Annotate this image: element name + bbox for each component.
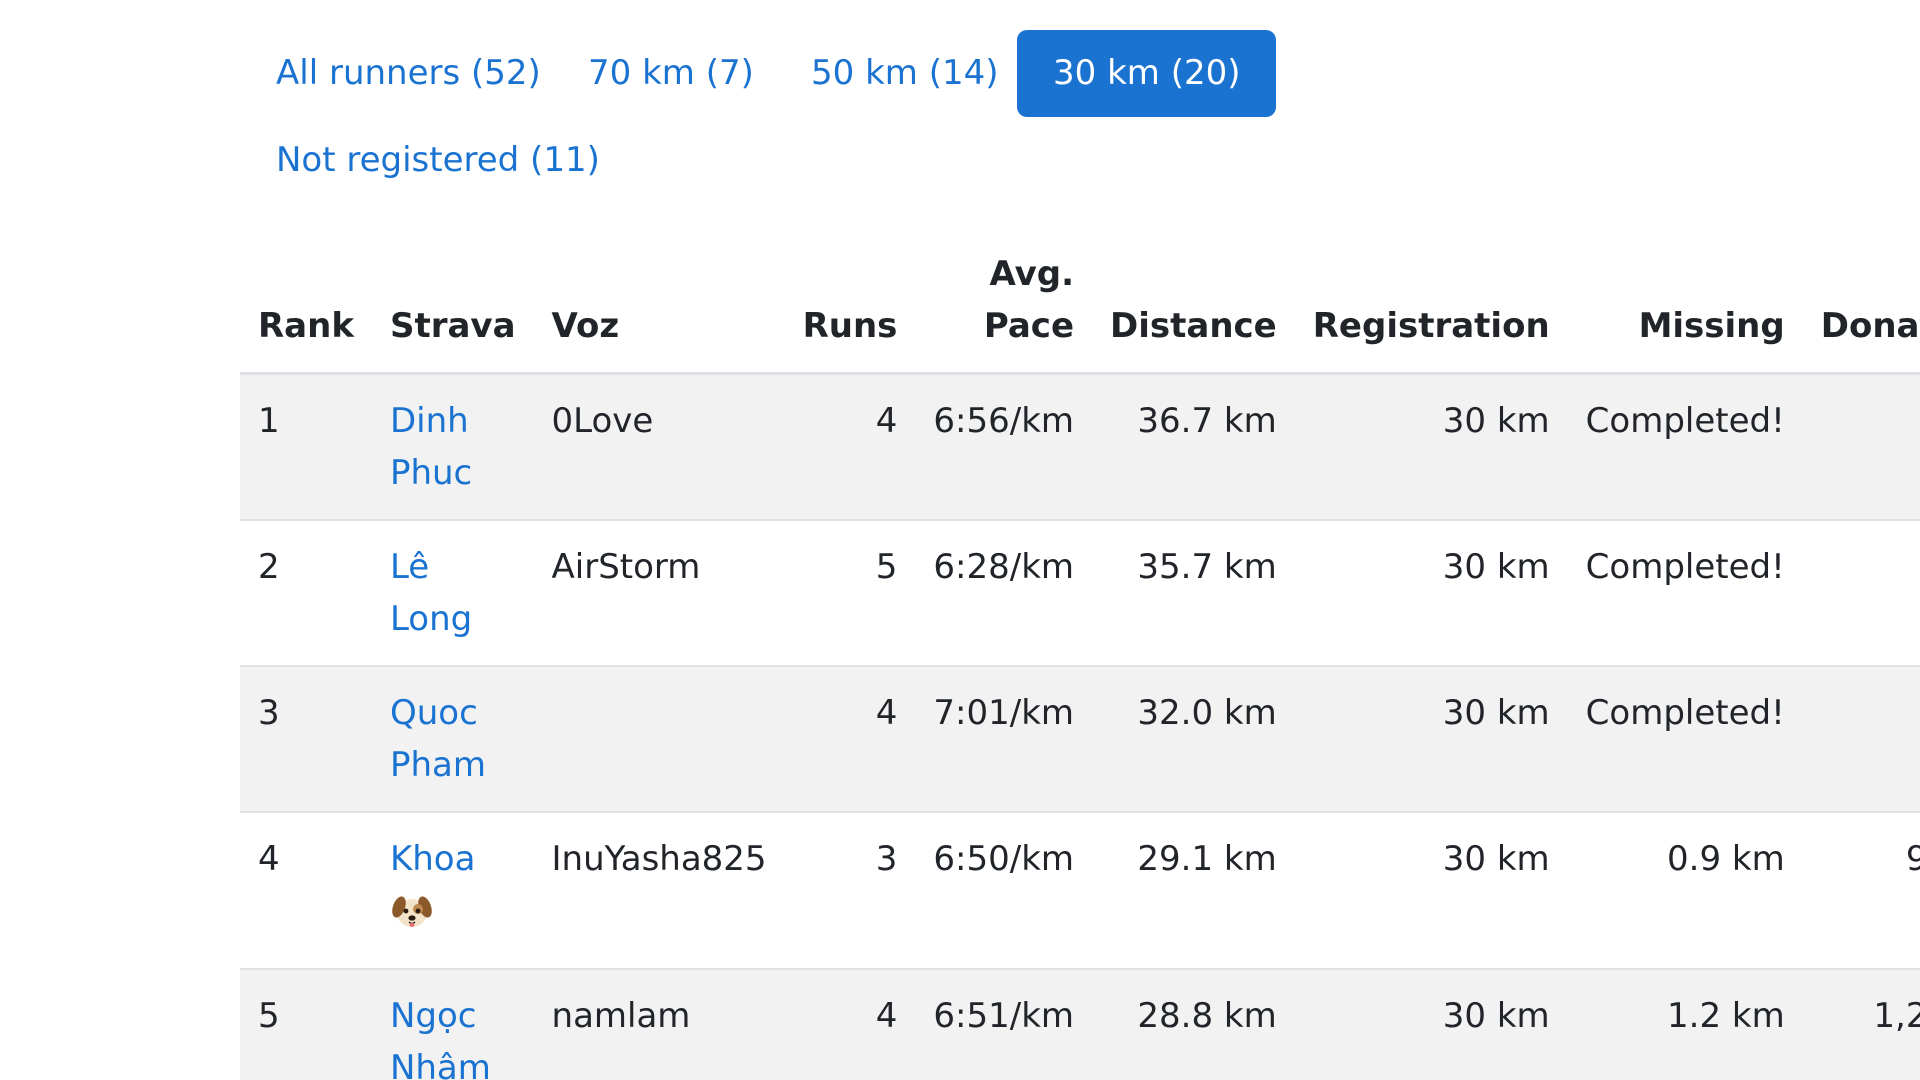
cell-registration: 30 km: [1294, 969, 1568, 1080]
cell-missing: Completed!: [1567, 373, 1803, 521]
cell-registration: 30 km: [1294, 373, 1568, 521]
cell-runs: 5: [784, 520, 916, 667]
cell-voz: InuYasha825: [533, 812, 785, 970]
cell-voz: 0Love: [533, 373, 785, 521]
strava-profile-link[interactable]: Quoc Pham: [390, 687, 516, 791]
cell-distance: 28.8 km: [1092, 969, 1295, 1080]
strava-profile-link[interactable]: Dinh Phuc: [390, 395, 516, 499]
header-avg-pace-line2: Pace: [983, 306, 1075, 346]
cell-runs: 4: [784, 969, 916, 1080]
cell-rank: 1: [240, 373, 372, 521]
header-runs[interactable]: Runs: [784, 248, 916, 375]
table-row: 3 Quoc Pham 4 7:01/km 32.0 km 30 km Comp…: [240, 666, 1920, 813]
strava-name-first: Lê: [389, 547, 430, 587]
tab-not-registered[interactable]: Not registered (11): [258, 117, 618, 204]
header-donation[interactable]: Donatio: [1802, 248, 1920, 375]
cell-strava: Ngọc Nhâm: [371, 969, 534, 1080]
cell-donation: 0: [1802, 373, 1920, 521]
page: All runners (52) 70 km (7) 50 km (14) 30…: [0, 0, 1920, 1080]
strava-profile-link[interactable]: Lê Long: [390, 541, 516, 645]
header-registration[interactable]: Registration: [1294, 248, 1568, 375]
cell-distance: 29.1 km: [1092, 812, 1295, 970]
cell-pace: 6:50/km: [915, 812, 1093, 970]
cell-distance: 32.0 km: [1092, 666, 1295, 813]
cell-rank: 3: [240, 666, 372, 813]
table-row: 4 Khoa InuYasha825 3 6:50/km 29.1 km 30 …: [240, 812, 1920, 970]
strava-name-first: Quoc: [389, 693, 478, 733]
cell-missing: 0.9 km: [1567, 812, 1803, 970]
header-strava[interactable]: Strava: [371, 248, 534, 375]
header-rank[interactable]: Rank: [240, 248, 372, 375]
runners-table: Rank Strava Voz Runs Avg. Pace Distance …: [240, 248, 1920, 1080]
header-avg-pace[interactable]: Avg. Pace: [915, 248, 1093, 375]
cell-distance: 35.7 km: [1092, 520, 1295, 667]
cell-donation: 0: [1802, 520, 1920, 667]
cell-missing: 1.2 km: [1567, 969, 1803, 1080]
cell-pace: 6:28/km: [915, 520, 1093, 667]
cell-strava: Lê Long: [371, 520, 534, 667]
dog-face-icon: [390, 889, 434, 933]
cell-pace: 7:01/km: [915, 666, 1093, 813]
tab-50-km[interactable]: 50 km (14): [793, 30, 1016, 117]
table-header-row: Rank Strava Voz Runs Avg. Pace Distance …: [240, 248, 1920, 375]
strava-name-first: Khoa: [389, 839, 476, 879]
cell-donation: 1,200: [1802, 969, 1920, 1080]
cell-strava: Quoc Pham: [371, 666, 534, 813]
tab-30-km[interactable]: 30 km (20): [1017, 30, 1277, 117]
table-row: 2 Lê Long AirStorm 5 6:28/km 35.7 km 30 …: [240, 520, 1920, 667]
cell-runs: 3: [784, 812, 916, 970]
strava-profile-link[interactable]: Ngọc Nhâm: [390, 990, 516, 1080]
cell-distance: 36.7 km: [1092, 373, 1295, 521]
cell-voz: [533, 666, 785, 813]
cell-runs: 4: [784, 666, 916, 813]
cell-runs: 4: [784, 373, 916, 521]
strava-name-last: Pham: [389, 745, 486, 785]
cell-voz: AirStorm: [533, 520, 785, 667]
cell-voz: namlam: [533, 969, 785, 1080]
cell-missing: Completed!: [1567, 520, 1803, 667]
strava-name-last: Phuc: [389, 453, 473, 493]
tab-all-runners[interactable]: All runners (52): [258, 30, 559, 117]
cell-registration: 30 km: [1294, 812, 1568, 970]
strava-name-first: Dinh: [389, 401, 469, 441]
table-row: 1 Dinh Phuc 0Love 4 6:56/km 36.7 km 30 k…: [240, 373, 1920, 521]
cell-registration: 30 km: [1294, 666, 1568, 813]
header-distance[interactable]: Distance: [1092, 248, 1295, 375]
cell-rank: 5: [240, 969, 372, 1080]
strava-name-first: Ngọc: [389, 996, 477, 1036]
tab-70-km[interactable]: 70 km (7): [570, 30, 772, 117]
cell-strava: Dinh Phuc: [371, 373, 534, 521]
strava-profile-link[interactable]: Khoa: [390, 833, 516, 948]
strava-name-last: Long: [389, 599, 473, 639]
cell-strava: Khoa: [371, 812, 534, 970]
strava-name-last: Nhâm: [389, 1048, 491, 1080]
cell-registration: 30 km: [1294, 520, 1568, 667]
table-row: 5 Ngọc Nhâm namlam 4 6:51/km 28.8 km 30 …: [240, 969, 1920, 1080]
cell-donation: 900: [1802, 812, 1920, 970]
cell-pace: 6:51/km: [915, 969, 1093, 1080]
cell-pace: 6:56/km: [915, 373, 1093, 521]
header-avg-pace-line1: Avg.: [989, 254, 1075, 294]
header-missing[interactable]: Missing: [1567, 248, 1803, 375]
cell-donation: 0: [1802, 666, 1920, 813]
cell-rank: 4: [240, 812, 372, 970]
header-voz[interactable]: Voz: [533, 248, 785, 375]
cell-rank: 2: [240, 520, 372, 667]
cell-missing: Completed!: [1567, 666, 1803, 813]
